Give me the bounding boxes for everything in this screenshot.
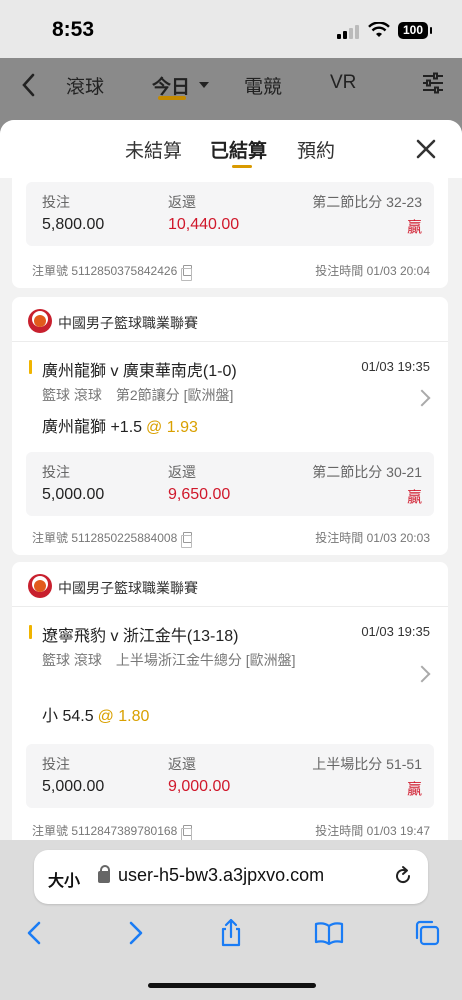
ticket-value: 5112847389780168 (71, 824, 178, 838)
result-badge: 贏 (406, 781, 422, 798)
pick-odds: @ 1.80 (97, 708, 150, 725)
ticket-label: 注單號 (32, 824, 69, 838)
result-badge: 贏 (406, 219, 422, 236)
url-text[interactable]: user-h5-bw3.a3jpxvo.com (118, 865, 324, 886)
market-desc: 籃球 滾球 上半場浙江金牛總分 [歐洲盤] (42, 652, 296, 668)
pick-selection: 小 54.5 (42, 708, 94, 725)
bet-pick: 廣州龍獅 +1.5 @ 1.93 (42, 413, 198, 437)
match-marker (29, 625, 32, 639)
chevron-right-icon[interactable] (413, 389, 431, 407)
match-time: 01/03 19:35 (361, 359, 430, 374)
ticket-value: 5112850225884008 (71, 531, 178, 545)
bet-time-label: 投注時間 (315, 531, 364, 545)
bet-time-value: 01/03 19:47 (366, 824, 430, 838)
bet-time-value: 01/03 20:03 (366, 531, 430, 545)
stake-label: 投注 (42, 756, 70, 772)
nav-tab-vr[interactable]: VR (330, 72, 356, 94)
ticket-number: 注單號 5112850225884008 (32, 529, 193, 548)
reload-icon[interactable] (392, 865, 414, 887)
nav-active-underline (158, 96, 186, 100)
home-indicator (148, 983, 316, 988)
ticket-number: 注單號 5112847389780168 (32, 822, 193, 840)
bet-amounts: 投注 5,800.00 返還 10,440.00 第二節比分 32-23 贏 (26, 182, 434, 246)
status-bar: 8:53 100 (0, 0, 462, 58)
match-marker (29, 360, 32, 374)
cba-logo-icon (28, 574, 52, 598)
stake-label: 投注 (42, 464, 70, 480)
period-score: 第二節比分 32-23 (312, 194, 422, 210)
text-size-button[interactable]: 大小 (48, 867, 80, 891)
close-icon[interactable] (415, 138, 437, 160)
bet-history-sheet: 未結算 已結算 預約 投注 5,800.00 返還 10,440.00 第二節比… (0, 120, 462, 840)
bet-time-label: 投注時間 (315, 824, 364, 838)
bookmarks-icon[interactable] (314, 918, 344, 948)
nav-tab-esports[interactable]: 電競 (244, 72, 282, 99)
result-badge: 贏 (406, 489, 422, 506)
top-nav: 滾球 今日 電競 VR (0, 58, 462, 120)
bet-amounts: 投注 5,000.00 返還 9,650.00 第二節比分 30-21 贏 (26, 452, 434, 516)
copy-icon[interactable] (181, 265, 193, 281)
divider (12, 606, 448, 607)
bet-time-label: 投注時間 (315, 264, 364, 278)
match-time: 01/03 19:35 (361, 624, 430, 639)
wifi-icon (368, 22, 390, 37)
pick-selection: 廣州龍獅 +1.5 (42, 419, 143, 436)
ticket-label: 注單號 (32, 531, 69, 545)
bet-amounts: 投注 5,000.00 返還 9,000.00 上半場比分 51-51 贏 (26, 744, 434, 808)
return-label: 返還 (168, 756, 196, 772)
return-value: 9,650.00 (168, 486, 231, 503)
period-score: 上半場比分 51-51 (312, 756, 422, 772)
return-value: 10,440.00 (168, 216, 240, 233)
copy-icon[interactable] (181, 532, 193, 548)
pick-odds: @ 1.93 (146, 419, 198, 436)
bet-time: 投注時間 01/03 19:47 (315, 822, 430, 839)
chevron-right-icon[interactable] (413, 665, 431, 683)
bet-time: 投注時間 01/03 20:04 (315, 262, 430, 279)
ticket-label: 注單號 (32, 264, 69, 278)
lock-icon (98, 865, 110, 883)
market-desc: 籃球 滾球 第2節讓分 [歐洲盤] (42, 387, 234, 403)
return-label: 返還 (168, 194, 196, 210)
copy-icon[interactable] (181, 825, 193, 840)
bet-time: 投注時間 01/03 20:03 (315, 529, 430, 546)
browser-forward-icon[interactable] (120, 918, 150, 948)
league-name: 中國男子籃球職業聯賽 (58, 580, 198, 596)
clock: 8:53 (52, 18, 95, 41)
cba-logo-icon (28, 309, 52, 333)
nav-tab-today[interactable]: 今日 (152, 72, 190, 99)
match-title[interactable]: 廣州龍獅 v 廣東華南虎(1-0) (42, 357, 237, 381)
tab-active-underline (232, 165, 252, 168)
ticket-number: 注單號 5112850375842426 (32, 262, 193, 281)
stake-label: 投注 (42, 194, 70, 210)
battery-icon: 100 (398, 22, 432, 39)
tab-unsettled[interactable]: 未結算 (125, 136, 182, 163)
tab-settled[interactable]: 已結算 (210, 136, 267, 163)
stake-value: 5,800.00 (42, 216, 105, 233)
browser-toolbar: 大小 user-h5-bw3.a3jpxvo.com (0, 840, 462, 1000)
bet-card: 投注 5,800.00 返還 10,440.00 第二節比分 32-23 贏 注… (12, 170, 448, 288)
tabs-icon[interactable] (412, 918, 442, 948)
ticket-value: 5112850375842426 (71, 264, 178, 278)
browser-back-icon[interactable] (20, 918, 50, 948)
address-bar[interactable]: 大小 user-h5-bw3.a3jpxvo.com (34, 850, 428, 904)
return-value: 9,000.00 (168, 778, 231, 795)
bet-time-value: 01/03 20:04 (366, 264, 430, 278)
bet-card: 中國男子籃球職業聯賽 廣州龍獅 v 廣東華南虎(1-0) 01/03 19:35… (12, 297, 448, 555)
stake-value: 5,000.00 (42, 778, 105, 795)
bet-pick: 小 54.5 @ 1.80 (42, 702, 149, 726)
nav-tab-live[interactable]: 滾球 (66, 72, 104, 99)
period-score: 第二節比分 30-21 (312, 464, 422, 480)
filter-sliders-icon[interactable] (422, 72, 444, 94)
league-name: 中國男子籃球職業聯賽 (58, 315, 198, 331)
match-title[interactable]: 遼寧飛豹 v 浙江金牛(13-18) (42, 622, 238, 646)
divider (12, 341, 448, 342)
back-arrow-icon[interactable] (18, 72, 42, 98)
return-label: 返還 (168, 464, 196, 480)
share-icon[interactable] (216, 918, 246, 948)
tab-reserved[interactable]: 預約 (297, 136, 335, 163)
cellular-signal-icon (337, 25, 359, 39)
chevron-down-icon[interactable] (199, 82, 209, 88)
bet-card: 中國男子籃球職業聯賽 遼寧飛豹 v 浙江金牛(13-18) 01/03 19:3… (12, 562, 448, 840)
stake-value: 5,000.00 (42, 486, 105, 503)
